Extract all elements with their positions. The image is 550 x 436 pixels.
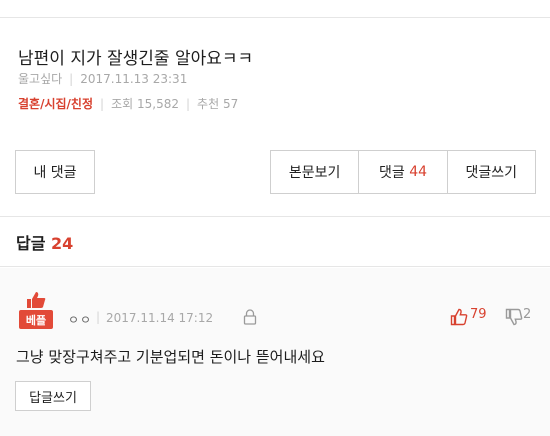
post-date: 2017.11.13 23:31 (80, 72, 188, 86)
meta-separator: | (185, 97, 191, 111)
post-title: 남편이 지가 잘생긴줄 알아요ㅋㅋ (18, 49, 254, 69)
top-divider (0, 17, 550, 18)
thumbs-up-icon (27, 292, 46, 308)
replies-label: 답글 (16, 234, 46, 253)
meta-separator: | (96, 310, 101, 324)
replies-count: 24 (51, 234, 74, 253)
my-comments-button[interactable]: 내 댓글 (15, 150, 95, 194)
reply-button[interactable]: 답글쓰기 (15, 381, 91, 411)
thumbs-up-icon[interactable] (450, 308, 468, 326)
comment-text: 그냥 맞장구쳐주고 기분업되면 돈이나 뜯어내세요 (16, 348, 325, 366)
replies-divider (0, 266, 550, 267)
thumbs-down-icon[interactable] (505, 308, 523, 326)
post-author[interactable]: 울고싶다 (18, 72, 62, 86)
likes-count: 57 (222, 97, 239, 111)
meta-separator: | (100, 97, 105, 111)
likes-label: 추천 (197, 97, 220, 111)
lock-icon (243, 309, 257, 325)
section-divider (0, 216, 550, 217)
post-meta: 울고싶다 | 2017.11.13 23:31 (18, 70, 187, 87)
comment-author[interactable]: ㅇㅇ (68, 311, 92, 328)
comment-date: 2017.11.14 17:12 (106, 311, 214, 325)
post-actions: 본문보기 댓글 44 댓글쓰기 (270, 150, 536, 194)
post-stats: 결혼/시집/친정 | 조회 15,582 | 추천 57 (18, 95, 238, 112)
upvote-count: 79 (470, 307, 487, 322)
comments-count: 44 (409, 164, 428, 180)
view-body-button[interactable]: 본문보기 (271, 151, 360, 193)
views-count: 15,582 (136, 97, 179, 111)
views-label: 조회 (111, 97, 134, 111)
comments-label: 댓글 (378, 165, 405, 181)
replies-heading: 답글 24 (16, 230, 73, 254)
post-category[interactable]: 결혼/시집/친정 (18, 97, 93, 111)
meta-separator: | (69, 72, 74, 86)
downvote-count: 2 (523, 307, 532, 322)
comments-button[interactable]: 댓글 44 (359, 151, 448, 193)
write-comment-button[interactable]: 댓글쓰기 (448, 151, 535, 193)
best-badge: 베플 (19, 310, 53, 329)
